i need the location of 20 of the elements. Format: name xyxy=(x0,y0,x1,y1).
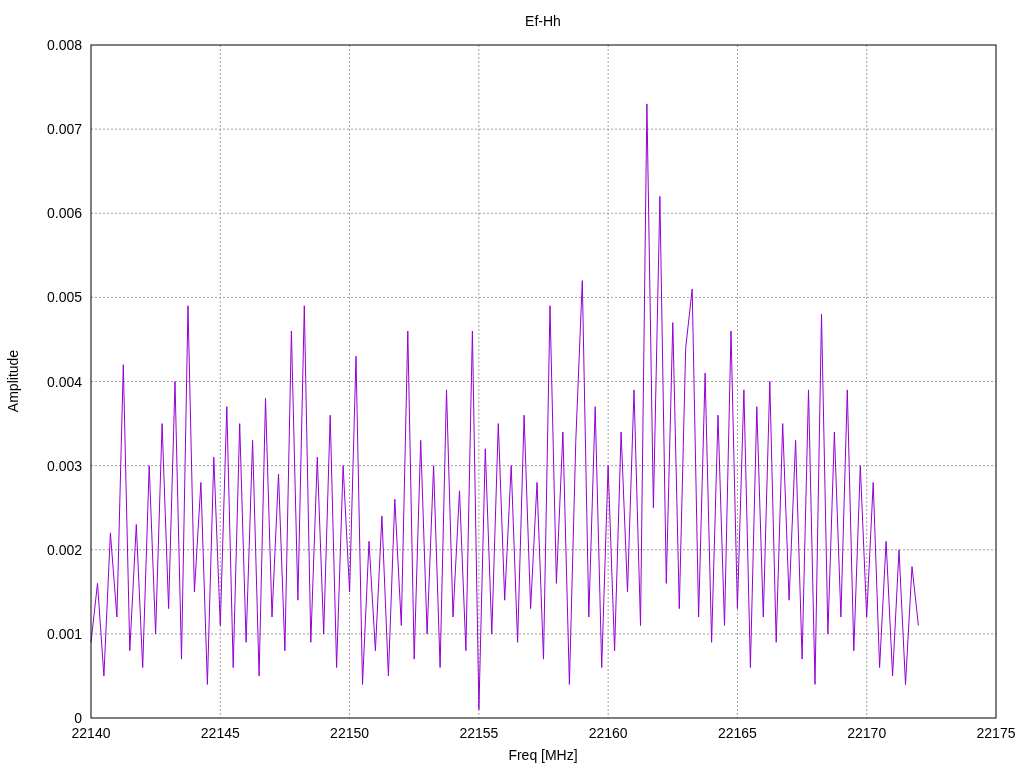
tick-label: 0 xyxy=(74,710,82,726)
tick-label: 0.006 xyxy=(46,205,82,222)
tick-label: 22165 xyxy=(717,725,757,741)
axis-label: Freq [MHz] xyxy=(508,747,578,763)
tick-label: 22150 xyxy=(330,725,370,741)
tick-label: 0.007 xyxy=(46,121,82,138)
tick-label: 0.001 xyxy=(46,625,82,642)
tick-label: 22140 xyxy=(71,725,111,741)
axis-label: Amplitude xyxy=(5,349,21,413)
tick-label: 22175 xyxy=(976,725,1016,741)
tick-label: 0.008 xyxy=(46,37,82,53)
tick-label: 0.002 xyxy=(46,541,82,558)
tick-label: 0.005 xyxy=(46,289,82,306)
tick-label: 22160 xyxy=(588,725,628,741)
tick-label: 22155 xyxy=(459,725,499,741)
chart-title: Ef-Hh xyxy=(525,13,561,29)
tick-label: 0.003 xyxy=(46,457,82,474)
tick-label: 0.004 xyxy=(46,373,82,390)
tick-label: 22170 xyxy=(847,725,887,741)
tick-label: 22145 xyxy=(200,725,240,741)
